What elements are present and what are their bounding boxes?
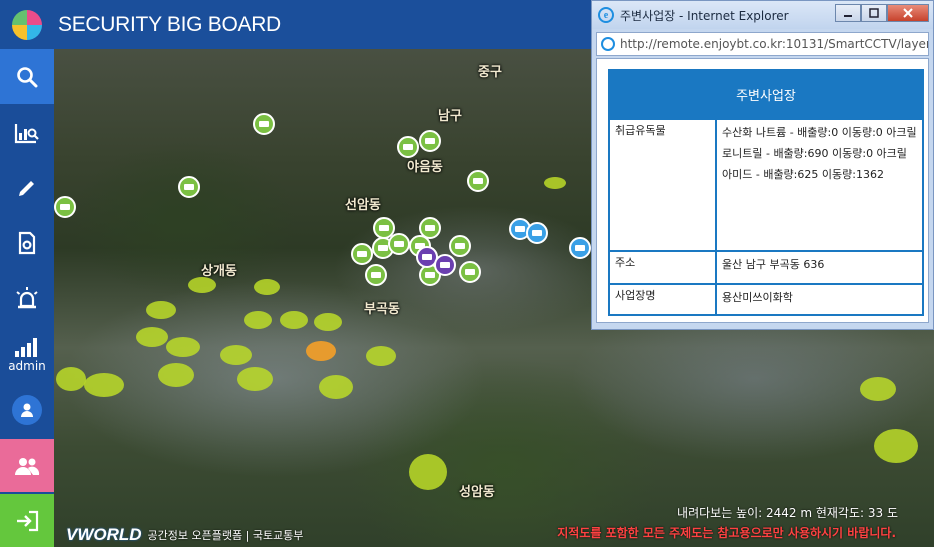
- hazard-zone-marker[interactable]: [244, 311, 272, 329]
- cctv-camera-marker[interactable]: [449, 235, 471, 257]
- minimize-button[interactable]: [835, 4, 861, 22]
- hazard-zone-marker[interactable]: [860, 377, 896, 401]
- district-label: 부곡동: [364, 302, 400, 317]
- hazard-zone-marker[interactable]: [166, 337, 200, 357]
- admin-label: admin: [8, 359, 46, 373]
- cctv-camera-marker[interactable]: [253, 113, 275, 135]
- table-row-value: 울산 남구 부곡동 636: [715, 250, 924, 285]
- sidebar-analytics-button[interactable]: [0, 106, 54, 159]
- table-row-label: 주소: [608, 250, 717, 285]
- hazard-zone-marker[interactable]: [84, 373, 124, 397]
- cctv-camera-marker[interactable]: [178, 176, 200, 198]
- app-root: SECURITY BIG BOARD admin 중구 남구 야음동 선암동 상…: [0, 0, 934, 547]
- hazard-zone-marker[interactable]: [319, 375, 353, 399]
- hazard-zone-marker[interactable]: [314, 313, 342, 331]
- search-icon: [17, 66, 38, 87]
- sidebar-admin-button[interactable]: admin: [0, 329, 54, 381]
- cctv-camera-marker[interactable]: [397, 136, 419, 158]
- address-url: http://remote.enjoybt.co.kr:10131/SmartC…: [620, 37, 929, 51]
- siren-icon: [16, 286, 38, 308]
- cctv-camera-marker[interactable]: [388, 233, 410, 255]
- pencil-icon: [19, 180, 34, 196]
- hazard-zone-marker[interactable]: [56, 367, 86, 391]
- hazard-zone-marker[interactable]: [146, 301, 176, 319]
- district-label: 상개동: [201, 264, 237, 279]
- cctv-camera-marker-blue[interactable]: [526, 222, 548, 244]
- maximize-icon: [869, 8, 879, 18]
- document-gear-icon: [18, 231, 36, 254]
- hazard-zone-marker[interactable]: [409, 454, 447, 490]
- sidebar-profile-button[interactable]: [0, 383, 54, 437]
- cctv-camera-marker[interactable]: [351, 243, 373, 265]
- app-title: SECURITY BIG BOARD: [58, 12, 281, 36]
- hazard-zone-marker[interactable]: [874, 429, 918, 463]
- vworld-logo: VWORLD: [66, 525, 142, 544]
- close-icon: [903, 8, 913, 18]
- popup-content: 주변사업장 취급유독물 수산화 나트륨 - 배출량:0 이동량:0 아크릴로니트…: [596, 58, 929, 323]
- facility-popup-window[interactable]: e 주변사업장 - Internet Explorer http://remot…: [591, 0, 934, 330]
- hazard-zone-marker-orange[interactable]: [306, 341, 336, 361]
- sidebar-document-button[interactable]: [0, 216, 54, 269]
- cctv-camera-marker-selected[interactable]: [434, 254, 456, 276]
- hazard-zone-marker[interactable]: [366, 346, 396, 366]
- close-button[interactable]: [887, 4, 929, 22]
- sidebar-search-button[interactable]: [0, 49, 54, 104]
- maximize-button[interactable]: [861, 4, 887, 22]
- window-controls: [835, 4, 929, 22]
- table-row-label: 사업장명: [608, 283, 717, 316]
- table-row-label: 취급유독물: [608, 118, 717, 252]
- internet-explorer-icon: e: [598, 7, 614, 23]
- minimize-icon: [844, 15, 852, 17]
- hazard-zone-marker[interactable]: [188, 277, 216, 293]
- popup-titlebar[interactable]: e 주변사업장 - Internet Explorer: [592, 1, 933, 29]
- hazard-zone-marker[interactable]: [280, 311, 308, 329]
- table-row-value: 용산미쓰이화학: [715, 283, 924, 316]
- sidebar-users-button[interactable]: [0, 439, 54, 492]
- page-icon: [601, 37, 615, 51]
- cctv-camera-marker-blue[interactable]: [569, 237, 591, 259]
- hazard-zone-marker[interactable]: [136, 327, 168, 347]
- app-logo-icon: [12, 9, 42, 40]
- cctv-camera-marker[interactable]: [419, 130, 441, 152]
- district-label: 선암동: [345, 198, 381, 213]
- sidebar: admin: [0, 49, 54, 547]
- cctv-camera-marker[interactable]: [54, 196, 76, 218]
- chart-search-icon: [14, 123, 39, 143]
- users-icon: [15, 457, 40, 475]
- signal-bars-icon: [15, 338, 37, 357]
- district-label: 야음동: [407, 160, 443, 175]
- hazard-zone-marker[interactable]: [237, 367, 273, 391]
- cctv-camera-marker[interactable]: [365, 264, 387, 286]
- map-attribution: 공간정보 오픈플랫폼 | 국토교통부: [147, 529, 304, 542]
- facility-info-table: 주변사업장 취급유독물 수산화 나트륨 - 배출량:0 이동량:0 아크릴로니트…: [608, 69, 924, 316]
- camera-altitude-readout: 내려다보는 높이: 2442 m 현재각도: 33 도: [677, 506, 898, 520]
- hazard-zone-marker[interactable]: [254, 279, 280, 295]
- hazard-zone-marker[interactable]: [220, 345, 252, 365]
- district-label: 남구: [438, 109, 462, 124]
- map-disclaimer: 지적도를 포함한 모든 주제도는 참고용으로만 사용하시기 바랍니다.: [557, 526, 896, 540]
- facility-table-heading: 주변사업장: [608, 69, 924, 120]
- hazard-zone-marker[interactable]: [544, 177, 566, 189]
- user-circle-icon: [12, 395, 42, 425]
- sidebar-logout-button[interactable]: [0, 494, 54, 547]
- cctv-camera-marker[interactable]: [467, 170, 489, 192]
- hazard-zone-marker[interactable]: [158, 363, 194, 387]
- sidebar-alarm-button[interactable]: [0, 271, 54, 324]
- district-label: 성암동: [459, 485, 495, 500]
- address-bar[interactable]: http://remote.enjoybt.co.kr:10131/SmartC…: [596, 32, 929, 56]
- cctv-camera-marker[interactable]: [459, 261, 481, 283]
- table-row-value: 수산화 나트륨 - 배출량:0 이동량:0 아크릴로니트릴 - 배출량:690 …: [715, 118, 924, 252]
- popup-window-title: 주변사업장 - Internet Explorer: [620, 8, 789, 23]
- sign-out-icon: [17, 510, 39, 531]
- district-label: 중구: [478, 65, 502, 80]
- sidebar-edit-button[interactable]: [0, 161, 54, 214]
